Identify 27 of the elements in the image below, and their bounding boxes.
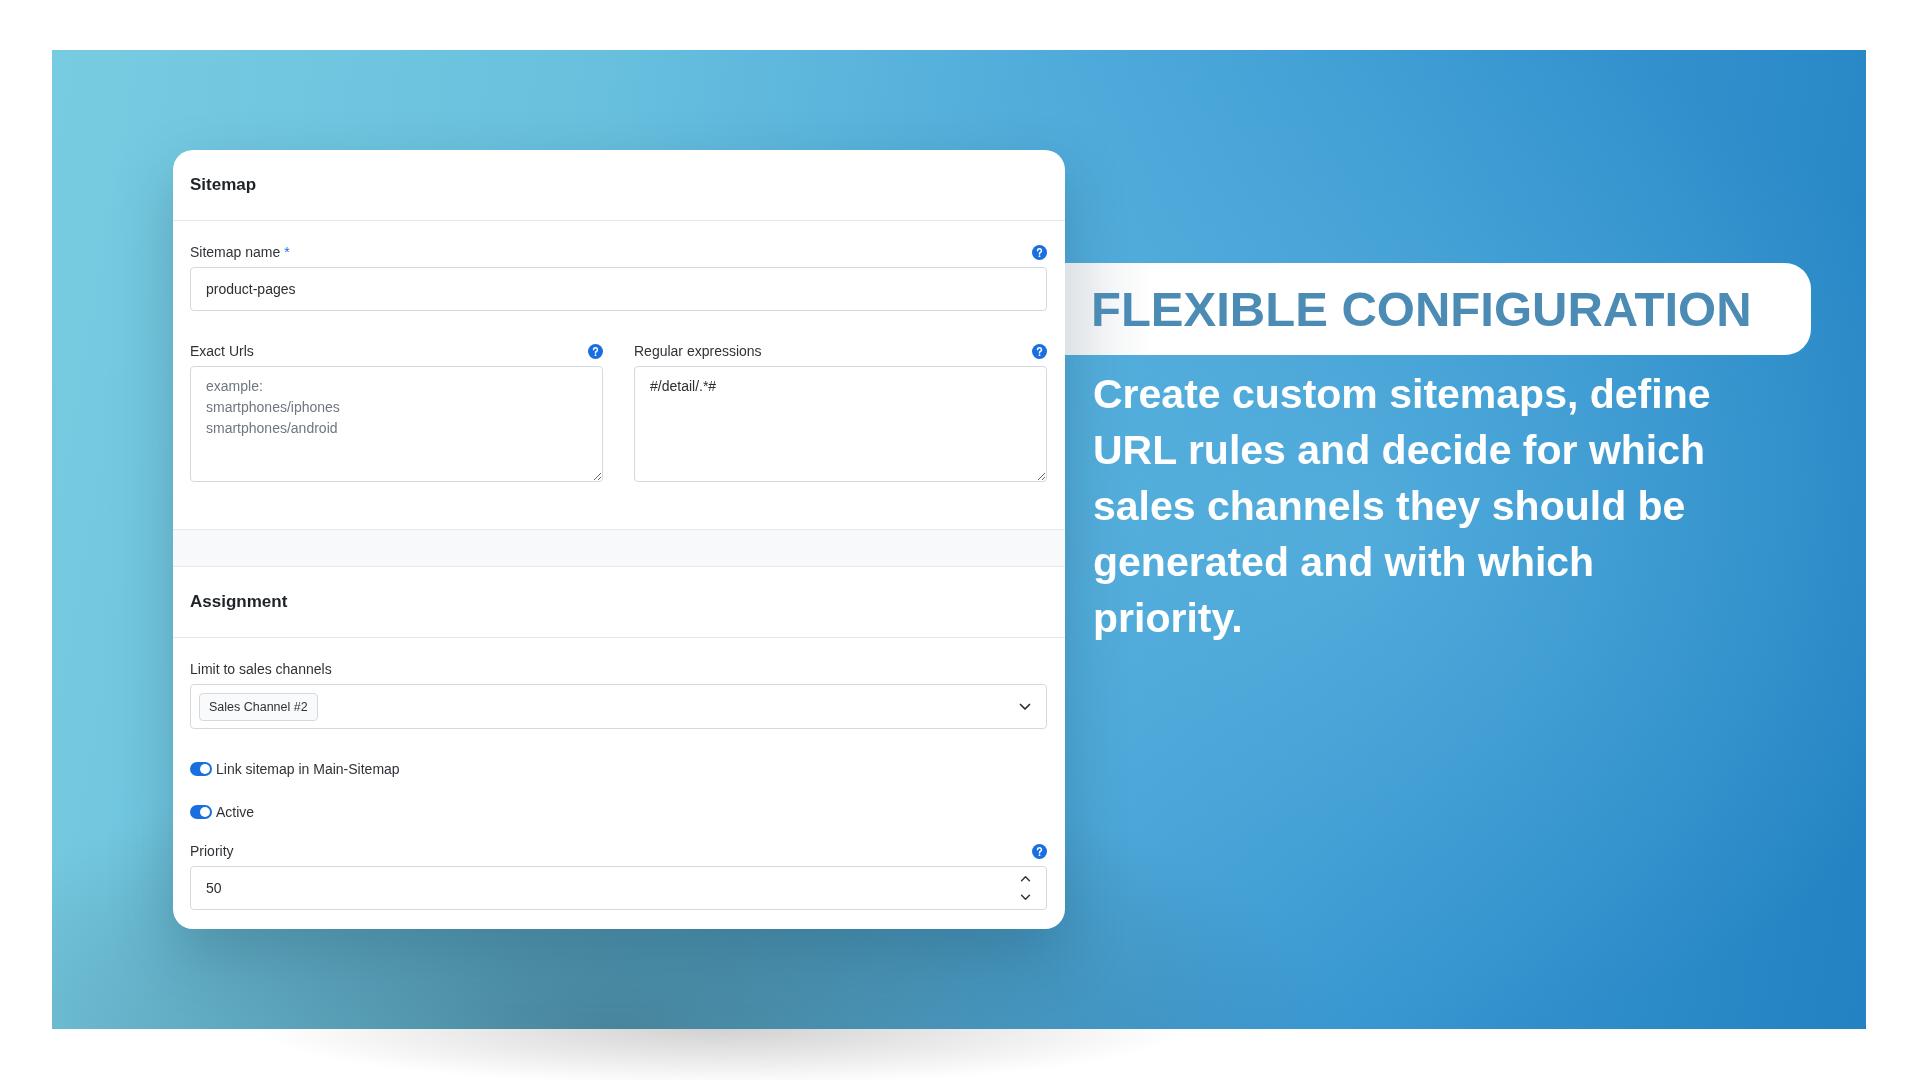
- description-text: Create custom sitemaps, define URL rules and decide for which sales channels they should be generated and with which priority.: [1093, 370, 1712, 643]
- chevron-down-icon[interactable]: [1019, 702, 1031, 711]
- toggle-switch[interactable]: [190, 805, 212, 819]
- headline: FLEXIBLE CONFIGURATION: [1091, 281, 1752, 337]
- selected-tag[interactable]: Sales Channel #2: [199, 692, 318, 721]
- help-icon[interactable]: [588, 343, 603, 359]
- chevron-down-icon[interactable]: [1020, 894, 1031, 901]
- section-title: Sitemap: [190, 175, 257, 195]
- field-label: Exact Urls: [190, 343, 254, 359]
- text-input[interactable]: product-pages: [190, 267, 1047, 311]
- field-label: Sitemap name: [190, 244, 281, 260]
- multi-select-field[interactable]: Sales Channel #2: [190, 684, 1047, 729]
- switch-label: Active: [216, 804, 255, 820]
- field-label: Limit to sales channels: [190, 661, 332, 677]
- section-title: Assignment: [190, 592, 288, 612]
- chevron-up-icon[interactable]: [1020, 875, 1031, 882]
- field-label: Priority: [190, 843, 234, 859]
- number-input[interactable]: 50: [190, 866, 1047, 910]
- textarea-field[interactable]: example: smartphones/iphones smartphones/android: [190, 366, 603, 482]
- toggle-switch[interactable]: [190, 762, 212, 776]
- help-icon[interactable]: [1032, 343, 1047, 359]
- required-mark: *: [284, 244, 290, 260]
- switch-label: Link sitemap in Main-Sitemap: [216, 761, 400, 777]
- help-icon[interactable]: [1032, 843, 1047, 859]
- textarea-field[interactable]: #/detail/.*#: [634, 366, 1047, 482]
- help-icon[interactable]: [1032, 244, 1047, 260]
- field-label: Regular expressions: [634, 343, 762, 359]
